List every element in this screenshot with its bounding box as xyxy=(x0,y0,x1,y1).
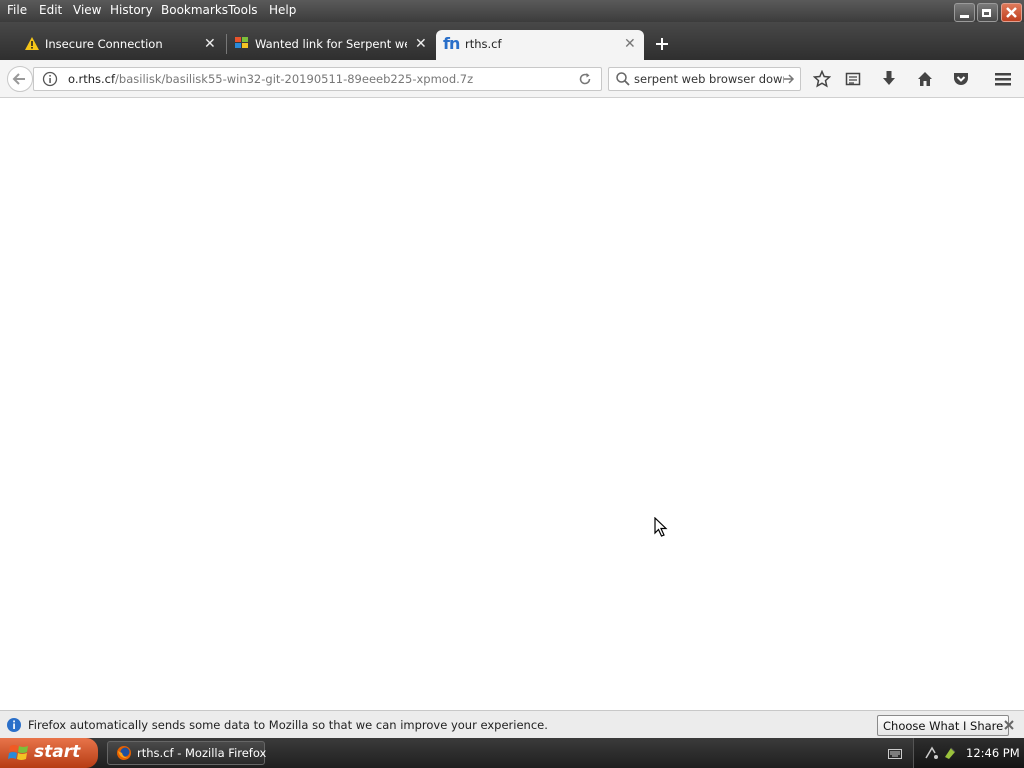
url-text: o.rths.cf/basilisk/basilisk55-win32-git-… xyxy=(68,72,473,86)
info-circle-icon xyxy=(7,718,21,732)
home-button[interactable] xyxy=(914,68,936,90)
nav-bar: o.rths.cf/basilisk/basilisk55-win32-git-… xyxy=(0,60,1024,98)
plus-icon xyxy=(656,38,668,50)
url-bar[interactable]: o.rths.cf/basilisk/basilisk55-win32-git-… xyxy=(33,67,602,91)
mouse-cursor-icon xyxy=(654,517,668,537)
choose-what-i-share-button[interactable]: Choose What I Share xyxy=(877,715,1010,736)
safely-remove-hardware-icon[interactable] xyxy=(942,745,958,761)
start-label: start xyxy=(34,742,81,762)
back-button[interactable] xyxy=(7,66,33,92)
tab-close-icon[interactable]: ✕ xyxy=(204,36,216,52)
star-icon xyxy=(813,70,831,88)
menu-tools[interactable]: Tools xyxy=(228,3,258,17)
tab-strip: Insecure Connection ✕ Wanted link for Se… xyxy=(0,22,1024,60)
back-arrow-icon xyxy=(12,73,25,85)
tab-label: Wanted link for Serpent web ... xyxy=(255,37,407,51)
clock: 12:46 PM xyxy=(966,746,1020,760)
menu-bar: File Edit View History Bookmarks Tools H… xyxy=(0,0,1024,22)
tab-label: Insecure Connection xyxy=(45,37,163,51)
keyboard-icon[interactable] xyxy=(888,749,902,759)
menu-history[interactable]: History xyxy=(110,3,153,17)
fn-favicon-icon: fn xyxy=(443,34,460,53)
close-notification-icon[interactable] xyxy=(1003,719,1015,731)
data-reporting-notification: Firefox automatically sends some data to… xyxy=(0,710,1024,738)
restore-icon xyxy=(982,9,991,17)
start-button[interactable]: start xyxy=(0,738,98,768)
network-icon[interactable] xyxy=(924,745,940,761)
close-window-button[interactable] xyxy=(1001,3,1022,22)
minimize-button[interactable] xyxy=(954,3,975,22)
menu-bookmarks[interactable]: Bookmarks xyxy=(161,3,228,17)
menu-file[interactable]: File xyxy=(7,3,27,17)
download-arrow-icon xyxy=(883,71,895,85)
downloads-button[interactable] xyxy=(878,68,900,90)
pocket-button[interactable] xyxy=(950,68,972,90)
home-icon xyxy=(918,72,932,86)
minimize-icon xyxy=(960,15,969,18)
open-menu-button[interactable] xyxy=(992,68,1014,90)
notification-message: Firefox automatically sends some data to… xyxy=(28,718,548,732)
hamburger-menu-icon xyxy=(995,73,1011,86)
menu-help[interactable]: Help xyxy=(269,3,296,17)
restore-button[interactable] xyxy=(977,3,998,22)
taskbar-item-label: rths.cf - Mozilla Firefox xyxy=(137,746,267,760)
tab-close-icon[interactable]: ✕ xyxy=(415,36,427,52)
search-go-arrow-icon[interactable] xyxy=(783,73,795,85)
search-icon xyxy=(616,72,630,86)
page-content[interactable] xyxy=(0,99,1024,710)
search-input: serpent web browser downloac xyxy=(634,72,784,86)
tab-wanted-link[interactable]: Wanted link for Serpent web ... ✕ xyxy=(229,30,434,60)
close-icon xyxy=(1006,7,1017,18)
new-tab-button[interactable] xyxy=(652,34,672,54)
reload-icon[interactable] xyxy=(577,71,593,87)
info-icon[interactable] xyxy=(42,71,58,87)
bookmarks-menu-button[interactable] xyxy=(842,68,864,90)
tab-separator xyxy=(226,34,227,54)
url-host: o.rths.cf xyxy=(68,72,116,86)
bookmarks-list-icon xyxy=(845,72,861,86)
bookmark-star-button[interactable] xyxy=(811,68,833,90)
tab-label: rths.cf xyxy=(465,37,502,51)
msfn-favicon-icon xyxy=(235,37,248,48)
tab-insecure-connection[interactable]: Insecure Connection ✕ xyxy=(18,30,223,60)
menu-view[interactable]: View xyxy=(73,3,101,17)
windows-logo-icon xyxy=(8,745,28,760)
tab-close-icon[interactable]: ✕ xyxy=(624,36,636,52)
menu-edit[interactable]: Edit xyxy=(39,3,62,17)
pocket-icon xyxy=(954,73,968,85)
firefox-icon xyxy=(117,746,131,760)
taskbar-item-firefox[interactable]: rths.cf - Mozilla Firefox xyxy=(107,741,267,765)
system-tray: 12:46 PM xyxy=(913,738,1024,768)
tab-rths-cf[interactable]: fn rths.cf ✕ xyxy=(436,30,644,60)
warning-icon xyxy=(25,37,39,50)
search-bar[interactable]: serpent web browser downloac xyxy=(608,67,801,91)
url-path: /basilisk/basilisk55-win32-git-20190511-… xyxy=(115,72,474,86)
taskbar: start rths.cf - Mozilla Firefox 12:46 PM xyxy=(0,738,1024,768)
